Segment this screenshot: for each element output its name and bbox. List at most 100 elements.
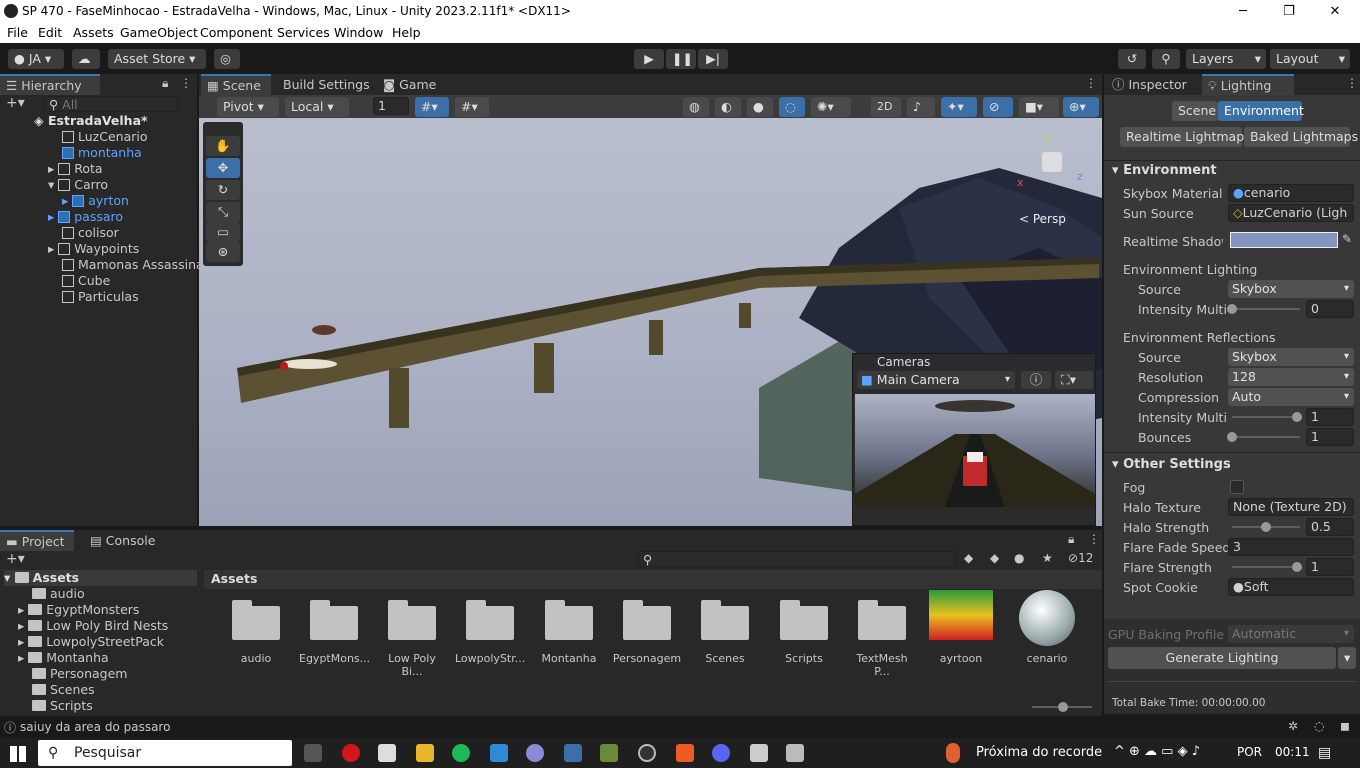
hierarchy-item[interactable]: ▸ ayrton [62, 193, 129, 209]
hierarchy-item[interactable]: colisor [62, 225, 119, 241]
hierarchy-item[interactable]: montanha [62, 145, 142, 161]
info-icon[interactable]: ⓘ [1021, 371, 1051, 389]
menu-gameobject[interactable]: GameObject [120, 25, 198, 40]
tab-inspector[interactable]: ⓘ Inspector [1106, 74, 1193, 95]
tab-console[interactable]: ▤ Console [84, 530, 161, 551]
file-explorer-icon[interactable] [416, 744, 434, 762]
vscode-icon[interactable] [490, 744, 508, 762]
add-icon[interactable]: +▾ [6, 95, 25, 111]
asset-folder[interactable]: Scripts [769, 600, 839, 665]
sun-source-field[interactable]: ◇LuzCenario (Ligh [1228, 204, 1354, 222]
search-icon[interactable]: ⚲ [1152, 49, 1180, 69]
more-icon[interactable]: ⋮ [1085, 76, 1097, 90]
rotate-tool-icon[interactable]: ↻ [206, 180, 240, 200]
steam-icon[interactable] [638, 744, 656, 762]
menu-services[interactable]: Services [277, 25, 330, 40]
tree-folder[interactable]: ▸ EgyptMonsters [18, 602, 139, 618]
asset-material[interactable]: cenario [1012, 590, 1082, 665]
audio-icon[interactable]: ♪ [907, 97, 935, 117]
app-icon[interactable] [526, 744, 544, 762]
windows-start-icon[interactable] [10, 746, 26, 762]
grid-icon[interactable]: #▾ [415, 97, 449, 117]
camera-icon[interactable]: ■▾ [1019, 97, 1059, 117]
account-dropdown[interactable]: ● JA ▾ [8, 49, 64, 69]
more-icon[interactable]: ⋮ [1346, 76, 1358, 90]
gizmos-icon[interactable]: ⊕▾ [1063, 97, 1099, 117]
filter-type-icon[interactable]: ◆ [964, 551, 973, 565]
hierarchy-item[interactable]: Cube [62, 273, 110, 289]
add-asset-icon[interactable]: +▾ [6, 551, 25, 567]
cloud-icon[interactable]: ☁ [72, 49, 100, 69]
tree-root-assets[interactable]: ▾ Assets [4, 570, 197, 586]
local-dropdown[interactable]: Local ▾ [285, 97, 349, 117]
tree-folder[interactable]: Scripts [32, 698, 93, 714]
eyedropper-icon[interactable]: ✎ [1342, 232, 1352, 246]
reflection-intensity-slider[interactable] [1232, 412, 1302, 422]
taskbar-search[interactable]: ⚲ Pesquisar [38, 740, 292, 766]
history-icon[interactable]: ↺ [1118, 49, 1146, 69]
thumbnail-size-slider[interactable] [1032, 702, 1092, 712]
scale-tool-icon[interactable]: ⤡ [206, 202, 240, 222]
play-button[interactable]: ▶ [634, 49, 664, 69]
environment-section[interactable]: ▾ Environment [1112, 163, 1217, 178]
hierarchy-item[interactable]: ▸ passaro [48, 209, 123, 225]
close-button[interactable]: ✕ [1312, 1, 1358, 22]
flare-strength-slider[interactable] [1232, 562, 1302, 572]
discord-icon[interactable] [712, 744, 730, 762]
notes-icon[interactable] [378, 744, 396, 762]
fullscreen-icon[interactable]: ⛶▾ [1055, 371, 1093, 389]
maximize-button[interactable]: ❐ [1266, 1, 1312, 22]
asset-video[interactable]: ayrtoon [926, 590, 996, 665]
intensity-field[interactable]: 0 [1306, 300, 1354, 318]
scene-viewport[interactable]: ✋ ✥ ↻ ⤡ ▭ ⊛ y x z < Persp Cameras ■ Main… [199, 118, 1102, 526]
shaded-icon[interactable]: ◐ [715, 97, 741, 117]
tree-folder[interactable]: Scenes [32, 682, 95, 698]
status-message[interactable]: saiuy da area do passaro [20, 720, 170, 734]
clock[interactable]: 00:11 [1275, 745, 1310, 759]
notification-center-icon[interactable]: ▤ [1318, 745, 1331, 761]
tree-folder[interactable]: ▸ LowpolyStreetPack [18, 634, 164, 650]
flare-strength-field[interactable]: 1 [1306, 558, 1354, 576]
tree-folder[interactable]: Personagem [32, 666, 127, 682]
layers-dropdown[interactable]: Layers ▾ [1186, 49, 1266, 69]
ambient-source-dropdown[interactable]: Skybox [1228, 280, 1354, 298]
realtime-lightmaps-tab[interactable]: Realtime Lightmaps [1120, 127, 1251, 147]
compression-dropdown[interactable]: Auto [1228, 388, 1354, 406]
hidden-count-badge[interactable]: ⊘12 [1068, 551, 1093, 565]
tab-game[interactable]: ◙ Game [377, 74, 442, 95]
layout-dropdown[interactable]: Layout ▾ [1270, 49, 1350, 69]
warning-icon[interactable]: ● [1014, 551, 1024, 565]
lighting-icon[interactable]: ✺▾ [811, 97, 851, 117]
grid-snap-field[interactable]: 1 [373, 97, 409, 115]
package-icon[interactable]: ◎ [214, 49, 240, 69]
asset-folder[interactable]: Personagem [612, 600, 682, 665]
hierarchy-item[interactable]: ▾ Carro [48, 177, 108, 193]
hierarchy-search[interactable]: ⚲ All [44, 96, 178, 112]
filter-label-icon[interactable]: ◆ [990, 551, 999, 565]
lighting-scene-tab[interactable]: Scene [1172, 101, 1218, 121]
brave-icon[interactable] [676, 744, 694, 762]
asset-folder[interactable]: Montanha [534, 600, 604, 665]
asset-store-dropdown[interactable]: Asset Store ▾ [108, 49, 206, 69]
unity-hub-icon[interactable] [750, 744, 768, 762]
perspective-label[interactable]: < Persp [1019, 212, 1066, 226]
bounces-field[interactable]: 1 [1306, 428, 1354, 446]
resolution-dropdown[interactable]: 128 [1228, 368, 1354, 386]
hierarchy-item[interactable]: Particulas [62, 289, 139, 305]
spotify-icon[interactable] [452, 744, 470, 762]
tray-icons[interactable]: ^ ⊕ ☁ ▭ ◈ ♪ [1114, 744, 1200, 759]
halo-strength-field[interactable]: 0.5 [1306, 518, 1354, 536]
minecraft-icon[interactable] [600, 744, 618, 762]
unity-icon[interactable] [786, 744, 804, 762]
rect-tool-icon[interactable]: ▭ [206, 222, 240, 242]
hierarchy-item[interactable]: Mamonas Assassinas [62, 257, 210, 273]
generate-options-dropdown[interactable]: ▾ [1338, 647, 1356, 669]
menu-assets[interactable]: Assets [73, 25, 114, 40]
asset-folder[interactable]: EgyptMons... [299, 600, 370, 665]
debug-icon[interactable]: ✲ [1288, 719, 1298, 733]
language-indicator[interactable]: POR [1237, 745, 1262, 759]
pause-button[interactable]: ❚❚ [666, 49, 696, 69]
menu-help[interactable]: Help [392, 25, 421, 40]
opera-icon[interactable] [342, 744, 360, 762]
tree-folder[interactable]: audio [32, 586, 85, 602]
